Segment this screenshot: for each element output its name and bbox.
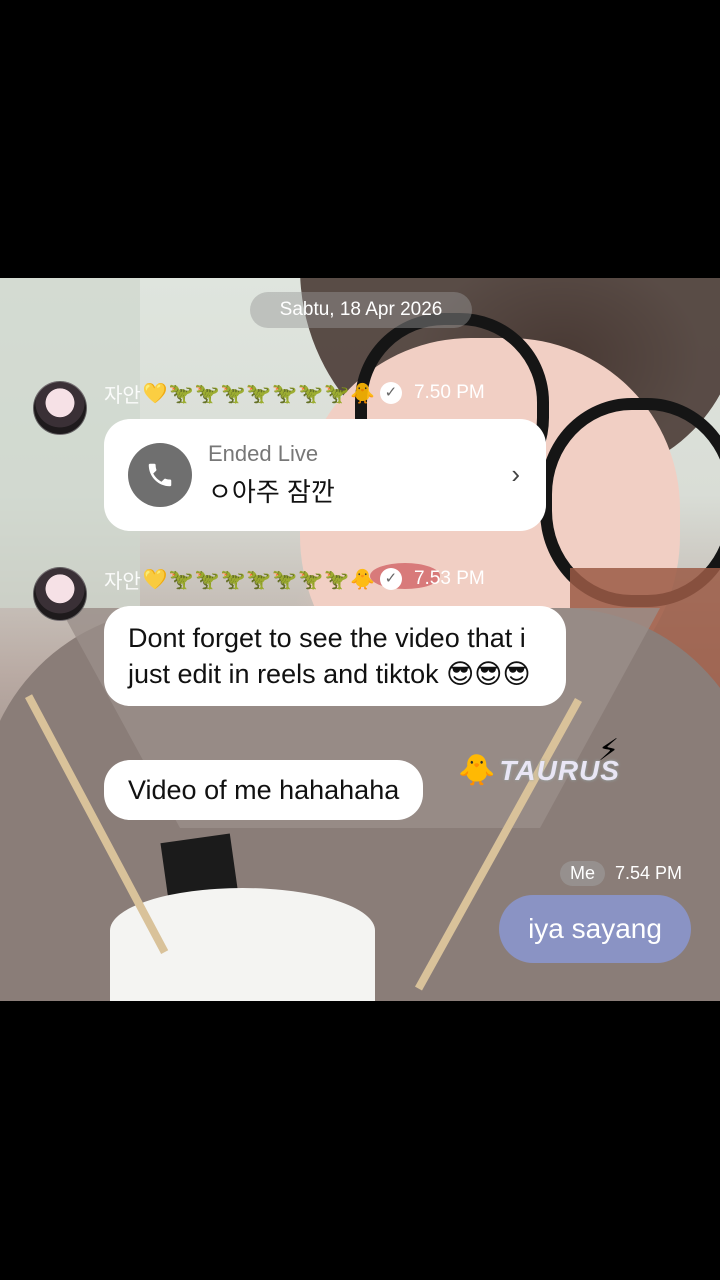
chevron-right-icon: › — [511, 459, 520, 489]
sender-line: 자안 💛🦖🦖🦖🦖🦖🦖🦖🐥 ✓ 7.53 PM — [104, 564, 485, 594]
call-subtitle: ㅇ아주 잠깐 — [208, 477, 335, 507]
taurus-sticker: 🐥 TAURUS — [458, 753, 620, 788]
me-tag: Me — [560, 860, 606, 886]
message-time: 7.54 PM — [615, 862, 683, 883]
my-message-bubble[interactable]: iya sayang — [499, 895, 691, 963]
avatar[interactable] — [33, 381, 87, 435]
message-time: 7.50 PM — [413, 382, 485, 403]
message-bubble[interactable]: Video of me hahahaha — [104, 760, 424, 820]
sender-decoration: 💛🦖🦖🦖🦖🦖🦖🦖🐥 — [142, 568, 376, 591]
verified-icon: ✓ — [379, 568, 402, 590]
call-title: Ended Live — [208, 441, 319, 466]
sender-name: 자안 — [104, 384, 141, 407]
phone-icon — [128, 443, 192, 507]
message-time: 7.53 PM — [413, 568, 485, 589]
date-separator: Sabtu, 18 Apr 2026 — [250, 292, 472, 328]
sender-line: 자안 💛🦖🦖🦖🦖🦖🦖🦖🐥 ✓ 7.50 PM — [104, 378, 485, 408]
sender-name: 자안 — [104, 570, 141, 593]
chat-screen: Sabtu, 18 Apr 2026 자안 💛🦖🦖🦖🦖🦖🦖🦖🐥 ✓ 7.50 P… — [0, 278, 720, 1001]
verified-icon: ✓ — [379, 382, 402, 404]
chick-sticker-icon: 🐥 — [458, 754, 496, 787]
message-bubble[interactable]: Dont forget to see the video that i just… — [104, 606, 566, 706]
my-message-meta: Me 7.54 PM — [560, 858, 682, 888]
avatar[interactable] — [33, 567, 87, 621]
ended-live-card[interactable]: Ended Live ㅇ아주 잠깐 › — [104, 419, 546, 531]
pikachu-sticker-icon: ⚡ — [598, 734, 620, 767]
sender-decoration: 💛🦖🦖🦖🦖🦖🦖🦖🐥 — [142, 382, 376, 405]
